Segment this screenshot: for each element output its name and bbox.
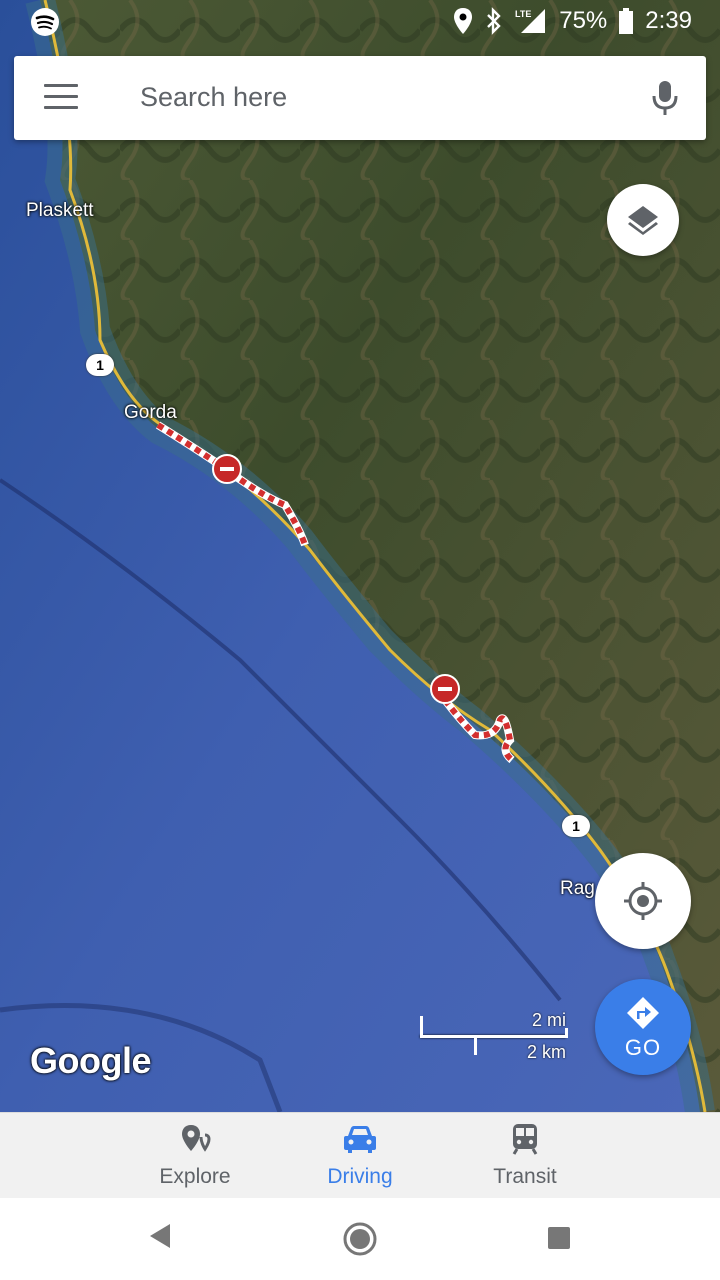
tab-driving[interactable]: Driving [280,1121,440,1189]
home-icon[interactable] [343,1222,377,1256]
tab-explore-label: Explore [159,1165,231,1188]
battery-percent: 75% [559,7,608,34]
highway-1-shield: 1 [86,354,114,376]
scale-miles: 2 mi [531,1010,566,1030]
place-label-plaskett[interactable]: Plaskett [26,200,94,222]
signal-icon: LTE [515,9,546,33]
layers-icon [628,206,658,235]
search-bar[interactable]: Search here [14,56,706,140]
explore-pin-icon [182,1125,211,1152]
location-icon [454,8,473,34]
search-input[interactable]: Search here [140,82,287,113]
road-closure-icon[interactable] [212,454,242,484]
tab-explore[interactable]: Explore [115,1121,275,1189]
recents-icon[interactable] [547,1226,571,1250]
google-logo: Google [30,1040,152,1081]
spotify-icon [31,8,59,36]
tab-driving-label: Driving [327,1165,393,1188]
bluetooth-icon [487,7,501,35]
crosshair-icon [624,882,662,920]
menu-icon[interactable] [44,84,78,110]
train-icon [512,1124,538,1155]
my-location-button[interactable] [595,853,691,949]
clock: 2:39 [645,7,692,34]
system-navigation-bar [0,1198,720,1280]
road-closure-icon[interactable] [430,674,460,704]
back-icon[interactable] [148,1222,174,1250]
highway-1-shield: 1 [562,815,590,837]
place-label-gorda[interactable]: Gorda [124,402,177,424]
microphone-icon[interactable] [652,80,678,116]
directions-icon [627,997,659,1029]
scale-bar: 2 mi 2 km [418,1010,568,1062]
tab-transit[interactable]: Transit [445,1121,605,1189]
tab-transit-label: Transit [493,1165,557,1188]
place-label-ragged-point[interactable]: Rag [560,878,595,900]
layers-button[interactable] [607,184,679,256]
map-view[interactable]: Plaskett Gorda Rag 1 1 [0,0,720,1112]
go-label: GO [624,1035,662,1060]
bottom-navigation: Explore Driving Transit [0,1112,720,1198]
car-icon [344,1126,376,1153]
battery-icon [619,8,634,34]
status-bar: LTE 75% 2:39 [0,0,720,44]
scale-kilometers: 2 km [526,1042,566,1062]
go-button[interactable]: GO [595,979,691,1075]
svg-text:LTE: LTE [515,9,531,19]
